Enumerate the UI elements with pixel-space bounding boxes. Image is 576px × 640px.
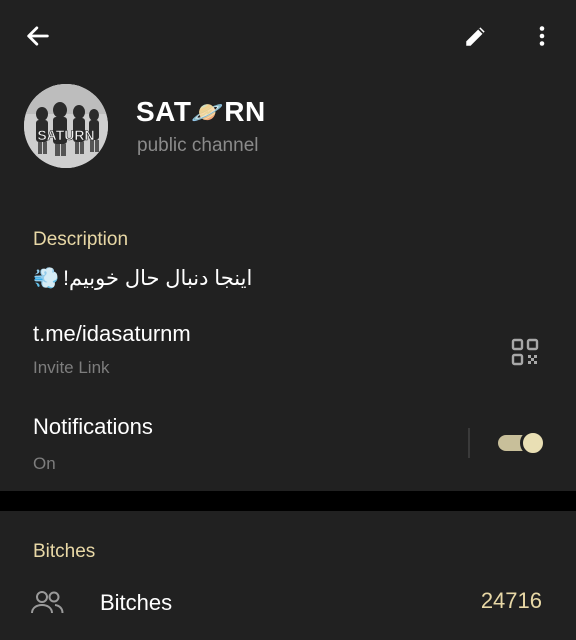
- channel-type-label: public channel: [137, 135, 259, 156]
- qr-code-button[interactable]: [511, 338, 539, 366]
- notifications-toggle[interactable]: [498, 430, 546, 456]
- toggle-knob: [520, 430, 546, 456]
- channel-title-part1: SAT: [136, 96, 192, 127]
- people-icon: [31, 591, 64, 614]
- avatar-image: SATURN: [24, 84, 108, 168]
- more-menu-button[interactable]: [522, 16, 562, 56]
- members-heading: Bitches: [33, 541, 96, 562]
- saturn-emoji: 🪐: [191, 96, 225, 127]
- back-button[interactable]: [18, 16, 58, 56]
- more-vertical-icon: [539, 26, 545, 46]
- members-count: 24716: [480, 588, 542, 613]
- description-heading: Description: [33, 229, 129, 250]
- edit-button[interactable]: [456, 16, 496, 56]
- members-label: Bitches: [100, 590, 173, 615]
- channel-title: SAT 🪐 RN: [136, 96, 266, 128]
- invite-link-caption: Invite Link: [33, 358, 110, 377]
- toggle-divider: [468, 428, 470, 458]
- notifications-label[interactable]: Notifications: [33, 414, 153, 440]
- channel-avatar[interactable]: SATURN: [24, 84, 108, 168]
- channel-info-section: Description 💨 اینجا دنبال حال خوبیم! t.m…: [0, 198, 576, 491]
- channel-title-part2: RN: [224, 96, 266, 127]
- pencil-icon: [466, 27, 485, 46]
- qr-code-icon: [511, 338, 539, 366]
- members-row[interactable]: Bitches 24716: [0, 578, 576, 628]
- description-text-row: 💨 اینجا دنبال حال خوبیم!: [33, 266, 252, 291]
- profile-header: SATURN SAT 🪐 RN public channel: [0, 0, 576, 198]
- invite-link[interactable]: t.me/idasaturnm: [33, 321, 191, 347]
- svg-text:SATURN: SATURN: [37, 127, 94, 143]
- arrow-left-icon: [27, 26, 49, 46]
- notifications-state: On: [33, 454, 56, 473]
- description-text: اینجا دنبال حال خوبیم!: [63, 267, 253, 290]
- dash-emoji: 💨: [33, 266, 60, 290]
